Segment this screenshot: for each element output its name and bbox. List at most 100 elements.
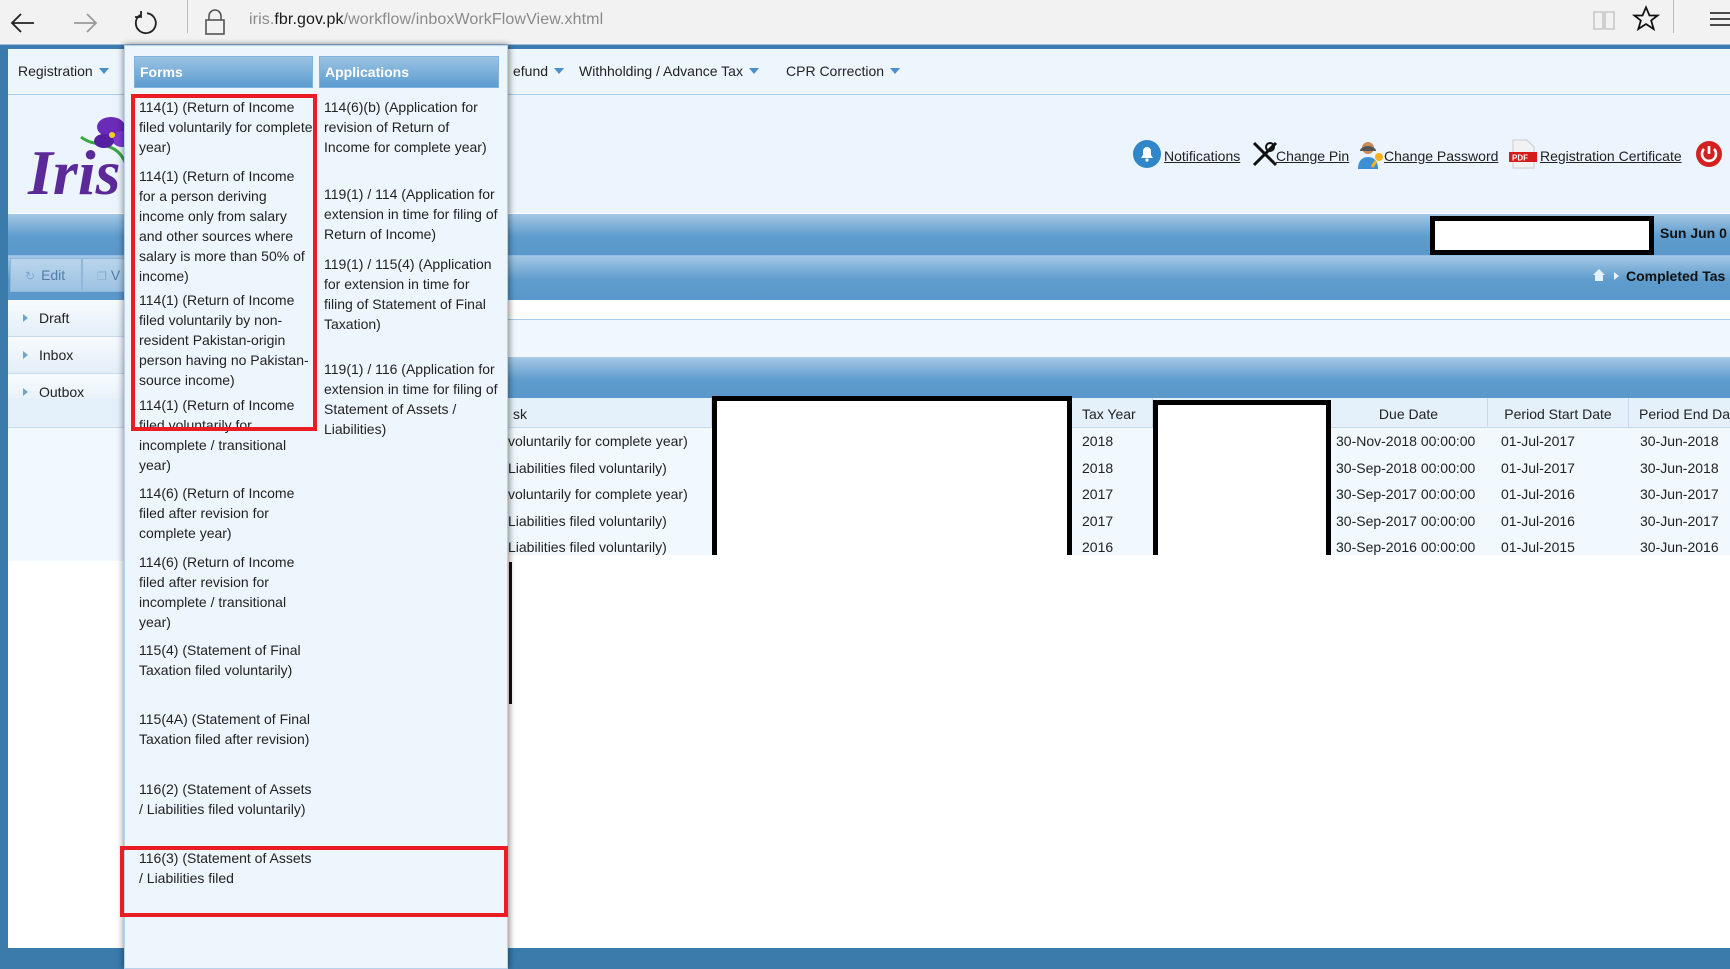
cell-task: voluntarily for complete year) bbox=[508, 486, 688, 502]
edit-label: Edit bbox=[41, 267, 66, 283]
page-left-border bbox=[0, 49, 8, 969]
cell-task: Liabilities filed voluntarily) bbox=[508, 459, 667, 476]
window-icon: ❐ bbox=[97, 271, 107, 283]
refresh-icon bbox=[134, 11, 157, 35]
home-icon[interactable] bbox=[1592, 268, 1606, 282]
cell-task: Liabilities filed voluntarily) bbox=[508, 539, 667, 555]
menu-item-form[interactable]: 116(2) (Statement of Assets / Liabilitie… bbox=[139, 779, 314, 819]
svg-text:Iris: Iris bbox=[27, 137, 121, 204]
change-pin-link[interactable]: Change Pin bbox=[1276, 148, 1349, 164]
toolbar-separator bbox=[187, 0, 188, 33]
iris-logo: Iris bbox=[27, 117, 132, 204]
cell-tax-year: 2017 bbox=[1082, 486, 1114, 502]
menu-item-form[interactable]: 114(6) (Return of Income filed after rev… bbox=[139, 483, 314, 543]
menu-item-application[interactable]: 119(1) / 115(4) (Application for extensi… bbox=[324, 254, 499, 334]
notifications-link[interactable]: Notifications bbox=[1164, 148, 1240, 164]
folder-label: Draft bbox=[39, 310, 70, 326]
redaction-edge bbox=[509, 562, 512, 704]
forward-button[interactable] bbox=[68, 6, 102, 40]
cell-task: Liabilities filed voluntarily) bbox=[508, 512, 667, 529]
cell-period-start: 01-Jul-2015 bbox=[1501, 539, 1575, 555]
star-icon[interactable] bbox=[1632, 5, 1660, 33]
declaration-dropdown-menu: Forms Applications 114(1) (Return of Inc… bbox=[124, 45, 508, 969]
col-period-end-date[interactable]: Period End Da bbox=[1629, 398, 1730, 428]
current-date: Sun Jun 0 bbox=[1660, 225, 1727, 241]
cell-period-start: 01-Jul-2017 bbox=[1501, 459, 1575, 476]
chevron-right-icon bbox=[23, 388, 28, 396]
col-period-start-date[interactable]: Period Start Date bbox=[1488, 398, 1629, 428]
cell-due-date: 30-Sep-2017 00:00:00 bbox=[1336, 512, 1476, 529]
cell-period-start: 01-Jul-2016 bbox=[1501, 512, 1575, 529]
menu-item-form[interactable]: 114(1) (Return of Income filed voluntari… bbox=[139, 290, 314, 390]
arrow-right-icon bbox=[74, 13, 98, 33]
address-bar[interactable]: iris.fbr.gov.pk/workflow/inboxWorkFlowVi… bbox=[249, 11, 603, 29]
bell-icon bbox=[1133, 140, 1161, 168]
cell-due-date: 30-Nov-2018 00:00:00 bbox=[1336, 433, 1476, 449]
cell-period-start: 01-Jul-2016 bbox=[1501, 486, 1575, 502]
chevron-right-icon bbox=[23, 351, 28, 359]
caret-down-icon bbox=[98, 68, 109, 74]
redacted-user-name bbox=[1430, 216, 1654, 255]
folder-label: Inbox bbox=[39, 347, 74, 363]
url-prefix: iris. bbox=[249, 11, 275, 28]
sidebar-folder-inbox[interactable]: Inbox bbox=[8, 337, 128, 374]
menu-item-form[interactable]: 114(1) (Return of Income filed voluntari… bbox=[139, 97, 314, 157]
edit-button[interactable]: ↻ Edit bbox=[10, 258, 82, 292]
book-icon[interactable] bbox=[1592, 8, 1616, 32]
applications-header: Applications bbox=[319, 56, 499, 88]
cell-tax-year: 2017 bbox=[1082, 512, 1114, 529]
user-key-icon bbox=[1358, 142, 1383, 169]
menu-item-form[interactable]: 115(4) (Statement of Final Taxation file… bbox=[139, 640, 314, 680]
menu-item-form[interactable]: 115(4A) (Statement of Final Taxation fil… bbox=[139, 709, 314, 749]
power-icon[interactable] bbox=[1694, 139, 1724, 169]
menu-item-form[interactable]: 114(1) (Return of Income filed voluntari… bbox=[139, 395, 314, 475]
menu-item-form[interactable]: 116(3) (Statement of Assets / Liabilitie… bbox=[139, 848, 314, 888]
menu-registration[interactable]: Registration bbox=[18, 63, 109, 79]
caret-down-icon bbox=[748, 68, 759, 74]
menu-item-application[interactable]: 114(6)(b) (Application for revision of R… bbox=[324, 97, 499, 157]
cell-period-end: 30-Jun-2018 bbox=[1640, 433, 1719, 449]
menu-cpr-correction[interactable]: CPR Correction bbox=[786, 63, 901, 79]
menu-item-application[interactable]: 119(1) / 114 (Application for extension … bbox=[324, 184, 499, 244]
chevron-right-icon bbox=[23, 314, 28, 322]
cell-due-date: 30-Sep-2017 00:00:00 bbox=[1336, 486, 1476, 502]
menu-item-application[interactable]: 119(1) / 116 (Application for extension … bbox=[324, 359, 499, 439]
menu-refund[interactable]: efund bbox=[513, 63, 565, 79]
pdf-icon: PDF bbox=[1509, 139, 1537, 169]
cell-period-start: 01-Jul-2017 bbox=[1501, 433, 1575, 449]
refresh-small-icon: ↻ bbox=[25, 269, 36, 283]
col-tax-year[interactable]: Tax Year bbox=[1070, 398, 1153, 428]
back-button[interactable] bbox=[6, 6, 40, 40]
view-label: V bbox=[110, 267, 121, 283]
redacted-column-2 bbox=[1153, 400, 1331, 555]
view-button[interactable]: ❐ V bbox=[82, 258, 128, 292]
cell-period-end: 30-Jun-2017 bbox=[1640, 512, 1719, 529]
menu-item-form[interactable]: 114(1) (Return of Income for a person de… bbox=[139, 166, 314, 286]
cell-tax-year: 2016 bbox=[1082, 539, 1114, 555]
refresh-button[interactable] bbox=[128, 6, 162, 40]
caret-down-icon bbox=[890, 68, 901, 74]
menu-item-form[interactable]: 114(6) (Return of Income filed after rev… bbox=[139, 552, 314, 632]
menu-label: Registration bbox=[18, 63, 93, 79]
cell-due-date: 30-Sep-2016 00:00:00 bbox=[1336, 539, 1476, 555]
menu-withholding-advance-tax[interactable]: Withholding / Advance Tax bbox=[579, 63, 759, 79]
change-password-link[interactable]: Change Password bbox=[1384, 148, 1498, 164]
url-host: fbr.gov.pk bbox=[274, 11, 344, 28]
menu-label: CPR Correction bbox=[786, 63, 885, 79]
browser-toolbar: iris.fbr.gov.pk/workflow/inboxWorkFlowVi… bbox=[0, 0, 1730, 45]
cell-due-date: 30-Sep-2018 00:00:00 bbox=[1336, 459, 1476, 476]
col-task[interactable]: sk bbox=[505, 398, 712, 428]
cell-task: voluntarily for complete year) bbox=[508, 433, 688, 449]
registration-certificate-link[interactable]: Registration Certificate bbox=[1540, 148, 1682, 164]
content-empty-area bbox=[508, 555, 1730, 948]
sidebar-folder-draft[interactable]: Draft bbox=[8, 300, 128, 337]
cell-period-end: 30-Jun-2018 bbox=[1640, 459, 1719, 476]
hamburger-icon[interactable] bbox=[1708, 8, 1730, 30]
url-path: /workflow/inboxWorkFlowView.xhtml bbox=[343, 11, 604, 28]
arrow-left-icon bbox=[10, 13, 34, 33]
breadcrumb-current: Completed Tas bbox=[1626, 268, 1726, 284]
col-due-date[interactable]: Due Date bbox=[1330, 398, 1488, 428]
forms-header: Forms bbox=[134, 56, 313, 88]
cell-period-end: 30-Jun-2017 bbox=[1640, 486, 1719, 502]
toolbar-separator-2 bbox=[1673, 0, 1674, 33]
